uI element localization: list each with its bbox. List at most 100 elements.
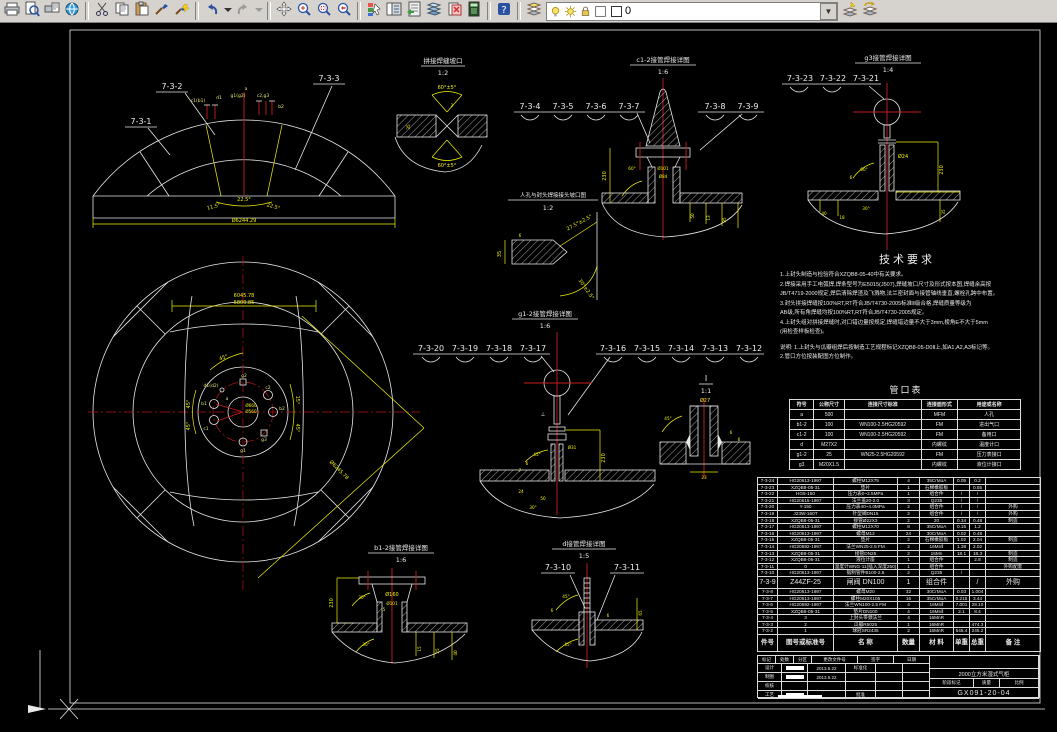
manhole-groove-detail: 人孔与封头焊接接头坡口图 1:2 27.5°±2.5° 30°±2.5° 35 … <box>497 191 598 301</box>
sig-cell <box>903 682 930 691</box>
design-center-icon <box>386 1 402 22</box>
cell: 7-3-10 <box>757 569 778 577</box>
cell: 100 <box>813 429 845 440</box>
print-button[interactable] <box>2 1 22 21</box>
angle-dim: 45° <box>294 424 300 433</box>
cell: 7-3-3 <box>757 620 778 629</box>
d-nozzle-detail: d接管焊接详图 1:5 7-3-10 7-3-11 45° 45° 6 6 65 <box>531 539 644 668</box>
cell: 温度计口 <box>957 439 1021 450</box>
cell <box>985 607 1041 616</box>
bulb-icon <box>549 5 562 18</box>
plan-dim: 5800.85 <box>234 300 255 306</box>
print-preview-button[interactable] <box>22 1 42 21</box>
quickcalc-icon <box>466 1 482 22</box>
cell: 液位计座 <box>833 556 898 564</box>
col-header: 图号或标准号 <box>777 634 834 653</box>
cad-application-window: ? 0 ▼ 7-3-2 7-3-3 7-3-1 c1(b1) d1 g1(g2)… <box>0 0 1057 732</box>
chevron-down-icon[interactable]: ▼ <box>820 2 837 20</box>
dim: 65 <box>638 610 643 616</box>
zoom-realtime-icon <box>296 1 312 22</box>
table-row: c1-2 100 WN100-2.5HG20592 FM 备用口 <box>788 429 1021 440</box>
cell: 7-3-4 <box>757 614 778 622</box>
sig-cell <box>876 682 903 691</box>
dia-dim: Ø101 <box>386 601 398 606</box>
redo-caret-button[interactable] <box>253 1 264 21</box>
cell: FM <box>920 449 959 460</box>
cell: 螺柱M12X75 <box>833 477 898 485</box>
dim: 13 <box>706 215 711 221</box>
cell: 2 <box>897 536 920 544</box>
sig-header: 处数 <box>776 656 794 664</box>
zoom-window-button[interactable] <box>314 1 334 21</box>
cell <box>985 594 1041 603</box>
property-painter-button[interactable] <box>172 1 192 21</box>
angle-dim: 22.5° <box>266 202 281 211</box>
cell <box>985 569 1041 577</box>
cell: 3 <box>897 496 920 505</box>
layer-combobox[interactable]: 0 ▼ <box>546 1 838 21</box>
make-layer-current-button[interactable] <box>840 0 860 21</box>
layer-properties-button[interactable] <box>524 1 544 21</box>
match-properties-button[interactable] <box>152 1 172 21</box>
table-row: 7-3-22 HG5-150 压力表0~2.5MPa 1 组合件 / / <box>757 490 1041 498</box>
center-dim: Ø660 <box>245 403 257 408</box>
label-chain-top: 7-3-4 7-3-5 7-3-6 7-3-7 <box>514 102 651 144</box>
cell: 7-3-19 <box>757 509 778 518</box>
cut-icon <box>94 1 110 22</box>
cell: 1 <box>897 620 920 629</box>
cell: M20X1.5 <box>813 459 845 470</box>
dia-dim: Ø101 <box>657 166 669 171</box>
part-label: 7-3-2 <box>161 82 182 91</box>
dim: 6 <box>850 175 853 180</box>
design-center-button[interactable] <box>384 1 404 21</box>
text-line: 3.封头拼接焊缝按100%RT,RT符合JB/T4730-2005标准Ⅱ级合格,… <box>780 300 972 307</box>
cell: 2 <box>897 627 920 636</box>
gap-dim: 6 <box>519 233 522 238</box>
cell: 垫片DN100 <box>833 607 898 616</box>
markup-set-manager-button[interactable] <box>444 1 464 21</box>
cell: / <box>953 509 970 518</box>
text-line: 1.上封头制造与检验符合XZQB8-05-40中有关要求。 <box>780 272 907 278</box>
text-line: 4.上封头组对拼接焊缝时,对口错边量按规定,焊缝错边量不大于3mm,棱角E不大于… <box>780 319 988 326</box>
drawing-canvas[interactable]: 7-3-2 7-3-3 7-3-1 c1(b1) d1 g1(g2) a c2,… <box>0 23 1057 732</box>
zoom-realtime-button[interactable] <box>294 1 314 21</box>
cell: 上封头带颈法兰 <box>833 614 898 622</box>
copy-button[interactable] <box>112 1 132 21</box>
sig-extra: 标准化 <box>846 664 876 673</box>
undo-caret-button[interactable] <box>222 1 233 21</box>
zoom-previous-button[interactable] <box>334 1 354 21</box>
tool-palettes-button[interactable] <box>404 1 424 21</box>
help-button[interactable]: ? <box>494 1 514 21</box>
table-row: 7-3-5 XZQB8-05-31 垫片DN100 4 16MnⅡ 2.1 8.4 <box>757 607 1041 616</box>
cell: HG20615-1997 <box>777 496 834 505</box>
cell: 0.02 <box>953 529 970 538</box>
properties-button[interactable] <box>364 1 384 21</box>
cell: 16MnⅡ <box>919 607 954 616</box>
cell: 进出气口 <box>957 419 1021 430</box>
angle-dim: 45° <box>186 399 192 408</box>
quickcalc-button[interactable] <box>464 1 484 21</box>
cell <box>985 620 1041 629</box>
paste-button[interactable] <box>132 1 152 21</box>
cut-button[interactable] <box>92 1 112 21</box>
pan-button[interactable] <box>274 0 294 21</box>
text-line: (用检查样板检查)。 <box>780 329 828 335</box>
layer-previous-button[interactable] <box>860 1 880 21</box>
cell: 1.38 <box>953 542 970 551</box>
detail-scale: 1:2 <box>438 69 448 77</box>
plan-dim: 6045.78 <box>234 293 255 299</box>
detail-title: I <box>705 374 707 383</box>
publish-button[interactable] <box>42 1 62 21</box>
nozzle-mark: c2,g3 <box>257 93 270 99</box>
cell: 内螺纹 <box>920 439 959 450</box>
part-label: 7-3-16 <box>600 344 626 353</box>
cell: 组合件 <box>919 556 954 564</box>
part-label: 7-3-14 <box>668 344 694 353</box>
angle-dim: 60° <box>860 167 867 172</box>
web-publish-button[interactable] <box>62 1 82 21</box>
technical-requirements: 技术要求 1.上封头制造与检验符合XZQB8-05-40中有关要求。 2.焊接采用… <box>780 251 1034 363</box>
color-swatch-icon <box>594 5 607 18</box>
cell <box>969 614 986 622</box>
sheet-set-manager-button[interactable] <box>424 1 444 21</box>
cell: XZQB8-05-31 <box>777 516 834 525</box>
